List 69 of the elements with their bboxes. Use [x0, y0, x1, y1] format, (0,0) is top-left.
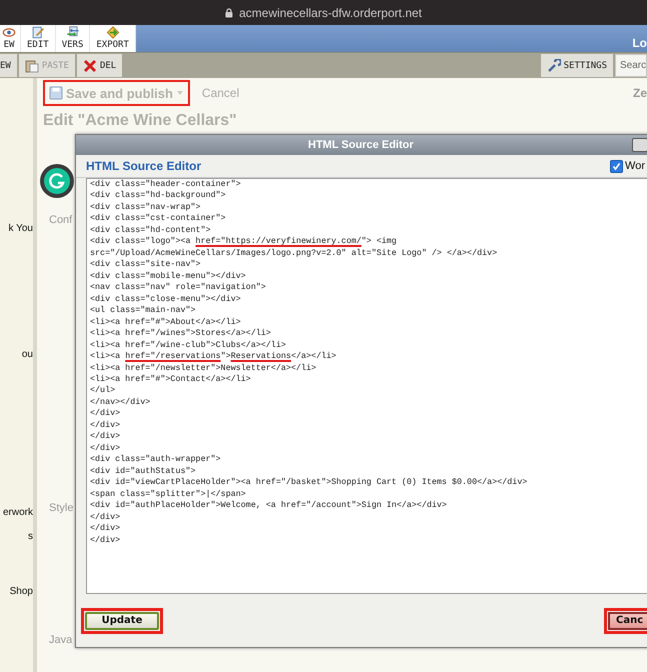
code-line: <div class="hd-content"> — [90, 224, 211, 236]
code-line: <li><a href="/newsletter">Newsletter</a></li> — [90, 362, 316, 374]
code-line: <div class="hd-background"> — [90, 190, 226, 202]
code-line: <nav class="nav" role="navigation"> — [90, 282, 266, 294]
code-line: <div id="viewCartPlaceHolder"><a href="/basket">Shopping Cart (0) Items $0.00</a></div> — [90, 477, 528, 489]
user-label: Lo — [632, 36, 647, 52]
lock-icon — [225, 8, 234, 18]
code-line: </div> — [90, 534, 120, 546]
field-label: Conf — [49, 214, 72, 226]
source-textarea[interactable] — [86, 178, 647, 594]
code-line: <div class="logo"><a href="https://veryfinewinery.com/"> <img — [90, 236, 397, 248]
code-line: </div> — [90, 408, 120, 420]
sidebar-item[interactable]: ou — [22, 349, 33, 360]
url-text[interactable]: acmewinecellars-dfw.orderport.net — [239, 6, 422, 20]
action-button[interactable]: EW — [0, 54, 17, 77]
code-line: <div class="cst-container"> — [90, 213, 226, 225]
update-button[interactable]: Update — [85, 612, 159, 630]
code-line: <div class="close-menu"></div> — [90, 294, 241, 306]
maximize-icon[interactable] — [632, 138, 647, 152]
zoom-label: Ze — [632, 86, 647, 100]
code-line: </div> — [90, 442, 120, 454]
pencil-document-icon — [30, 26, 46, 39]
export-icon — [104, 26, 121, 39]
code-line: </div> — [90, 420, 120, 432]
page-title: Edit "Acme Wine Cellars" — [43, 112, 238, 130]
code-line: </div> — [90, 523, 120, 535]
code-line: <li><a href="#">Contact</a></li> — [90, 374, 251, 386]
code-line: <span class="splitter">|</span> — [90, 488, 246, 500]
field-label: Java — [49, 634, 72, 646]
code-line: <ul class="main-nav"> — [90, 305, 196, 317]
close-icon — [82, 58, 97, 72]
code-line: <li><a href="/reservations">Reservations</a></li> — [90, 351, 336, 362]
eye-icon — [1, 26, 17, 39]
code-line: <div class="nav-wrap"> — [90, 202, 201, 214]
code-line: src="/Upload/AcmeWineCellars/Images/logo.png?v=2.0" alt="Site Logo" /> </a></div> — [90, 248, 498, 260]
code-line: <div class="auth-wrapper"> — [90, 454, 221, 466]
arrows-icon — [64, 26, 81, 39]
code-line: </ul> — [90, 385, 116, 397]
code-line: <div id="authPlaceHolder">Welcome, <a href="/account">Sign In</a></div> — [90, 500, 447, 512]
word-wrap-checkbox[interactable] — [610, 160, 624, 172]
dialog-title: HTML Source Editor — [308, 139, 414, 151]
sidebar-item[interactable]: erwork — [2, 507, 33, 518]
sidebar-item[interactable]: Shop — [10, 586, 33, 597]
code-line: </nav></div> — [90, 396, 150, 408]
code-line: </div> — [90, 512, 120, 524]
editor-heading: HTML Source Editor — [86, 159, 202, 173]
field-label: Style — [49, 502, 74, 514]
action-button[interactable]: DEL — [76, 54, 122, 77]
code-line: <div class="header-container"> — [90, 179, 241, 190]
code-line: <li><a href="#">About</a></li> — [90, 316, 241, 328]
code-line: <div class="site-nav"> — [90, 259, 201, 271]
code-line: <div id="authStatus"> — [90, 466, 196, 478]
grammarly-button[interactable] — [40, 164, 74, 198]
caret-icon — [176, 90, 184, 96]
clipboard-icon — [24, 58, 39, 72]
word-wrap-label[interactable]: Wor — [625, 160, 645, 172]
refresh-g-icon — [43, 167, 71, 195]
wrench-icon — [546, 58, 561, 72]
sidebar-item[interactable]: k You — [8, 223, 33, 234]
code-line: <li><a href="/wine-club">Clubs</a></li> — [90, 340, 286, 352]
dialog-cancel-button[interactable]: Canc — [608, 612, 647, 630]
settings-button[interactable]: SETTINGS — [540, 54, 613, 77]
code-line: <li><a href="/wines">Stores</a></li> — [90, 328, 271, 340]
toolbar-button[interactable]: EW — [0, 25, 21, 52]
code-line: <div class="mobile-menu"></div> — [90, 270, 246, 282]
floppy-icon — [49, 86, 63, 100]
code-line: </div> — [90, 431, 120, 443]
search-field[interactable]: Searc — [615, 54, 647, 77]
sidebar-item[interactable]: s — [28, 531, 33, 542]
